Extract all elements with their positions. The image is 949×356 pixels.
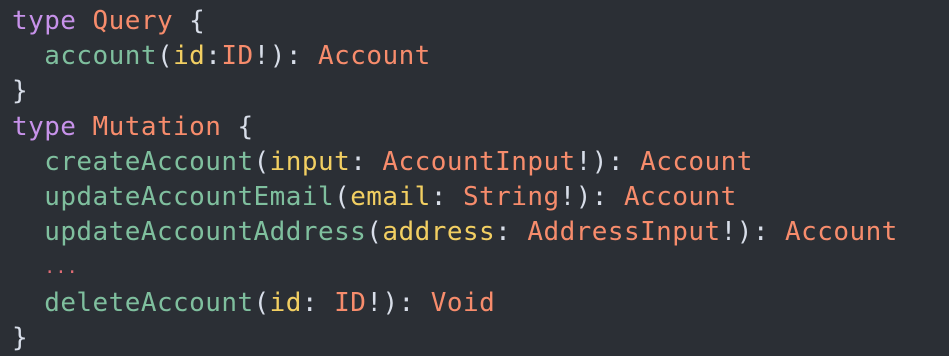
return-separator: : — [607, 146, 624, 177]
code-editor: type Query { account(id:ID!): Account } … — [0, 0, 949, 355]
paren-close: ) — [269, 41, 286, 72]
argument-type-address-input: AddressInput — [527, 217, 721, 248]
argument-id: id — [269, 287, 302, 318]
argument-email: email — [350, 181, 431, 212]
non-null-bang: ! — [253, 41, 270, 72]
argument-type-id: ID — [221, 41, 254, 72]
field-name-account: account — [44, 41, 157, 72]
close-brace: } — [12, 76, 29, 107]
return-type-account: Account — [785, 217, 898, 248]
colon: : — [350, 146, 367, 177]
non-null-bang: ! — [366, 287, 383, 318]
paren-close: ) — [591, 146, 608, 177]
return-separator: : — [752, 217, 769, 248]
paren-open: ( — [253, 146, 270, 177]
colon: : — [495, 217, 512, 248]
close-brace: } — [12, 322, 29, 353]
code-line-update-account-email: updateAccountEmail(email: String!): Acco… — [12, 180, 949, 215]
argument-type-account-input: AccountInput — [382, 146, 576, 177]
return-type-account: Account — [640, 146, 753, 177]
argument-type-string: String — [462, 181, 560, 212]
non-null-bang: ! — [575, 146, 592, 177]
code-line-delete-account: deleteAccount(id: ID!): Void — [12, 286, 949, 321]
keyword-type: type — [12, 111, 77, 142]
code-line-close-mutation: } — [12, 321, 949, 356]
code-line-type-query: type Query { — [12, 4, 949, 39]
colon: : — [430, 181, 447, 212]
field-name-update-account-address: updateAccountAddress — [44, 217, 367, 248]
colon: : — [205, 41, 222, 72]
argument-id: id — [173, 41, 206, 72]
argument-input: input — [269, 146, 351, 177]
code-line-type-mutation: type Mutation { — [12, 110, 949, 145]
return-separator: : — [285, 41, 302, 72]
paren-open: ( — [366, 217, 383, 248]
field-name-create-account: createAccount — [44, 146, 254, 177]
colon: : — [301, 287, 318, 318]
open-brace: { — [237, 111, 254, 142]
paren-close: ) — [382, 287, 399, 318]
open-brace: { — [189, 6, 206, 36]
return-type-account: Account — [318, 41, 431, 72]
type-name-query: Query — [92, 6, 174, 36]
argument-type-id: ID — [334, 287, 367, 318]
paren-close: ) — [736, 217, 753, 248]
return-separator: : — [398, 287, 415, 318]
field-name-delete-account: deleteAccount — [44, 287, 254, 318]
return-type-void: Void — [430, 287, 496, 318]
paren-close: ) — [575, 181, 592, 212]
paren-open: ( — [334, 181, 351, 212]
code-line-close-query: } — [12, 74, 949, 109]
return-type-account: Account — [624, 181, 737, 212]
argument-address: address — [382, 217, 496, 248]
keyword-type: type — [12, 6, 77, 36]
code-line-account-field: account(id:ID!): Account — [12, 39, 949, 74]
code-line-ellipsis: ... — [12, 250, 949, 285]
ellipsis-comment: ... — [44, 257, 79, 279]
non-null-bang: ! — [559, 181, 576, 212]
code-line-create-account: createAccount(input: AccountInput!): Acc… — [12, 145, 949, 180]
non-null-bang: ! — [720, 217, 737, 248]
paren-open: ( — [253, 287, 270, 318]
code-line-update-account-address: updateAccountAddress(address: AddressInp… — [12, 215, 949, 250]
field-name-update-account-email: updateAccountEmail — [44, 181, 335, 212]
return-separator: : — [591, 181, 608, 212]
type-name-mutation: Mutation — [92, 111, 222, 142]
paren-open: ( — [156, 41, 174, 72]
